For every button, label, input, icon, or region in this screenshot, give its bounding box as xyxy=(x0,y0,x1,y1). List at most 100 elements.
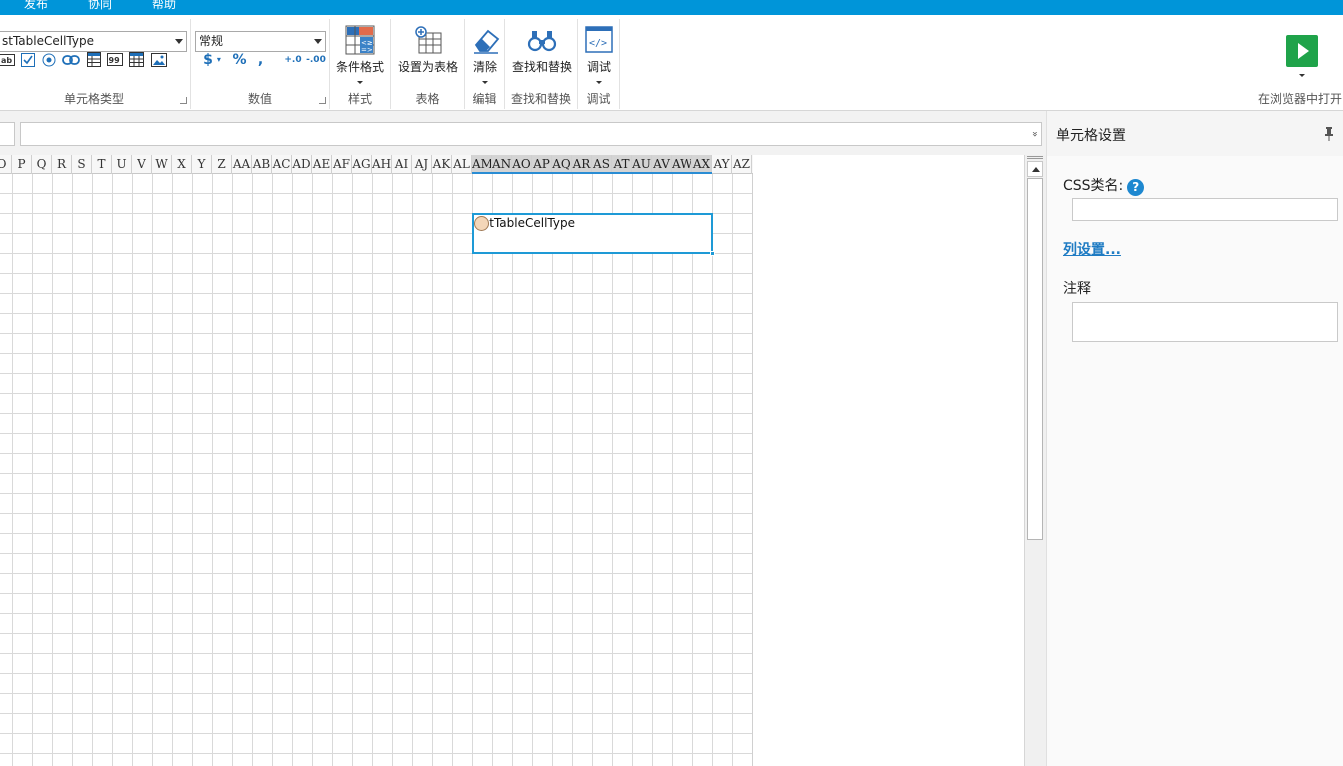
cell-type-combo[interactable]: stTableCellType xyxy=(0,31,187,52)
find-replace-button[interactable]: 查找和替换 xyxy=(508,25,576,75)
column-header-al[interactable]: AL xyxy=(452,155,472,174)
column-header-u[interactable]: U xyxy=(112,155,132,174)
radio-icon[interactable] xyxy=(40,51,57,68)
table-group-label: 表格 xyxy=(415,92,440,106)
column-header-r[interactable]: R xyxy=(52,155,72,174)
column-header-ag[interactable]: AG xyxy=(352,155,372,174)
cell-grid[interactable] xyxy=(0,174,753,766)
increase-decimal-icon: +.0 xyxy=(284,54,302,65)
edit-group: 清除 编辑 xyxy=(465,19,505,109)
currency-icon: $ xyxy=(203,51,213,68)
name-box[interactable] xyxy=(0,122,15,146)
debug-button[interactable]: </> 调试 xyxy=(582,25,616,84)
panel-title: 单元格设置 xyxy=(1056,128,1126,144)
hyperlink-icon[interactable] xyxy=(61,51,81,68)
css-class-input[interactable] xyxy=(1072,198,1338,221)
decrease-decimal-button[interactable]: -.00 xyxy=(305,51,327,68)
column-header-ad[interactable]: AD xyxy=(292,155,312,174)
expand-icon[interactable]: » xyxy=(1027,131,1041,137)
column-header-ay[interactable]: AY xyxy=(712,155,732,174)
comma-button[interactable]: , xyxy=(252,51,269,68)
debug-group: </> 调试 调试 xyxy=(578,19,620,109)
open-in-browser-label: 在浏览器中打开 xyxy=(1258,92,1343,106)
column-header-x[interactable]: X xyxy=(172,155,192,174)
clear-button[interactable]: 清除 xyxy=(468,25,502,84)
fill-handle[interactable] xyxy=(710,251,715,256)
column-header-ae[interactable]: AE xyxy=(312,155,332,174)
percent-button[interactable]: % xyxy=(231,51,248,68)
column-header-s[interactable]: S xyxy=(72,155,92,174)
column-header-aj[interactable]: AJ xyxy=(412,155,432,174)
menu-help[interactable]: 帮助 xyxy=(152,0,176,12)
menu-bar: 发布 协同 帮助 xyxy=(0,0,1343,15)
selected-cell[interactable]: stTableCellType xyxy=(472,213,715,256)
menu-publish[interactable]: 发布 xyxy=(24,0,48,12)
split-handle[interactable] xyxy=(1027,156,1043,159)
debug-group-label: 调试 xyxy=(586,92,611,106)
css-class-label-row: CSS类名:? xyxy=(1063,175,1145,196)
conditional-format-label: 条件格式 xyxy=(335,60,384,74)
decrease-decimal-icon: -.00 xyxy=(306,54,326,65)
column-header-ai[interactable]: AI xyxy=(392,155,412,174)
edit-group-label: 编辑 xyxy=(472,92,497,106)
conditional-format-button[interactable]: <≥ => 条件格式 xyxy=(334,25,386,84)
table-group: 设置为表格 表格 xyxy=(391,19,465,109)
set-as-table-button[interactable]: 设置为表格 xyxy=(395,25,461,75)
number-format-combo[interactable]: 常规 xyxy=(195,31,326,52)
column-header-aa[interactable]: AA xyxy=(232,155,252,174)
column-header-y[interactable]: Y xyxy=(192,155,212,174)
column-header-ak[interactable]: AK xyxy=(432,155,452,174)
style-group: <≥ => 条件格式 样式 xyxy=(330,19,391,109)
eraser-icon xyxy=(470,25,500,55)
cell-type-icon xyxy=(474,216,489,231)
currency-format-button[interactable]: $ ▾ xyxy=(199,51,225,68)
vertical-scrollbar[interactable] xyxy=(1024,155,1046,766)
column-header-q[interactable]: Q xyxy=(32,155,52,174)
chevron-down-icon xyxy=(314,39,322,44)
column-settings-link[interactable]: 列设置... xyxy=(1063,239,1121,259)
column-header-ah[interactable]: AH xyxy=(372,155,392,174)
image-icon[interactable] xyxy=(150,51,167,68)
number-format-value: 常规 xyxy=(199,34,224,48)
help-icon[interactable]: ? xyxy=(1127,179,1145,196)
column-header-t[interactable]: T xyxy=(92,155,112,174)
number-icon[interactable]: 99 xyxy=(106,51,123,68)
column-header-w[interactable]: W xyxy=(152,155,172,174)
css-class-label: CSS类名: xyxy=(1063,178,1124,194)
percent-icon: % xyxy=(232,51,247,68)
scroll-up-arrow-icon[interactable] xyxy=(1027,161,1043,177)
column-header-o[interactable]: O xyxy=(0,155,12,174)
find-group: 查找和替换 查找和替换 xyxy=(505,19,578,109)
comment-input[interactable] xyxy=(1072,302,1338,342)
find-group-label: 查找和替换 xyxy=(510,92,571,106)
grid-icon[interactable] xyxy=(128,51,145,68)
scroll-thumb[interactable] xyxy=(1027,178,1043,540)
dialog-launcher-icon[interactable] xyxy=(180,97,187,104)
cell-type-group: stTableCellType ab 99 单元格类型 xyxy=(0,19,191,109)
column-header-ab[interactable]: AB xyxy=(252,155,272,174)
column-header-ac[interactable]: AC xyxy=(272,155,292,174)
debug-label: 调试 xyxy=(586,60,611,74)
table-icon[interactable] xyxy=(85,51,102,68)
pin-icon[interactable] xyxy=(1325,127,1333,141)
column-header-p[interactable]: P xyxy=(12,155,32,174)
chevron-down-icon: ▾ xyxy=(216,55,221,64)
checkbox-icon[interactable] xyxy=(19,51,36,68)
column-header-az[interactable]: AZ xyxy=(732,155,752,174)
increase-decimal-button[interactable]: +.0 xyxy=(283,51,303,68)
dialog-launcher-icon[interactable] xyxy=(319,97,326,104)
svg-text:</>: </> xyxy=(589,38,607,49)
open-in-browser-button[interactable]: 在浏览器中打开 xyxy=(1256,35,1343,107)
chevron-down-icon xyxy=(357,81,363,84)
textbox-icon[interactable]: ab xyxy=(0,51,15,68)
formula-input[interactable]: » xyxy=(20,122,1042,146)
set-as-table-label: 设置为表格 xyxy=(397,60,458,74)
column-header-v[interactable]: V xyxy=(132,155,152,174)
spreadsheet[interactable]: OPQRSTUVWXYZAAABACADAEAFAGAHAIAJAKALAMAN… xyxy=(0,155,1024,766)
binoculars-icon xyxy=(527,25,557,55)
column-header-z[interactable]: Z xyxy=(212,155,232,174)
cell-type-combo-value: stTableCellType xyxy=(2,34,94,48)
menu-collaborate[interactable]: 协同 xyxy=(88,0,112,12)
svg-text:99: 99 xyxy=(108,56,120,65)
column-header-af[interactable]: AF xyxy=(332,155,352,174)
